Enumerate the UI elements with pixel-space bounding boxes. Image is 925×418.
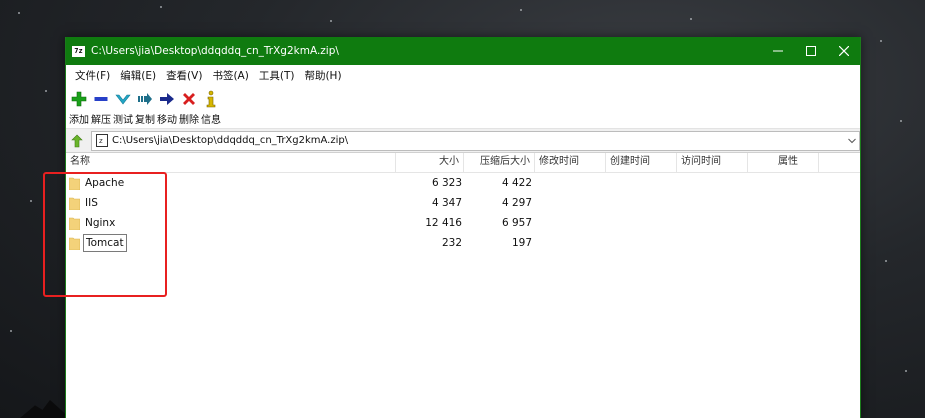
up-folder-button[interactable] (69, 133, 85, 149)
menu-edit[interactable]: 编辑(E) (115, 68, 161, 83)
file-name: Nginx (85, 217, 116, 229)
column-modified[interactable]: 修改时间 (535, 153, 606, 173)
file-name: Apache (85, 177, 125, 189)
file-list: 名称 大小 压缩后大小 修改时间 创建时间 访问时间 属性 Apache 6 3… (66, 153, 860, 397)
7zip-app-icon: 7z (72, 45, 85, 57)
test-button[interactable]: 测试 (112, 89, 134, 126)
file-size: 4 347 (431, 197, 462, 209)
close-icon (838, 46, 849, 56)
move-label: 移动 (157, 115, 177, 126)
desktop-silhouette (20, 400, 70, 418)
menu-tools[interactable]: 工具(T) (254, 68, 300, 83)
address-path: C:\Users\jia\Desktop\ddqddq_cn_TrXg2kmA.… (112, 135, 349, 146)
copy-icon (135, 89, 155, 109)
add-label: 添加 (69, 115, 89, 126)
up-arrow-icon (71, 134, 83, 147)
file-row[interactable]: IIS 4 347 4 297 (66, 193, 860, 213)
menu-bookmarks[interactable]: 书签(A) (207, 68, 253, 83)
file-name: Tomcat (83, 234, 127, 252)
file-row[interactable]: Tomcat 232 197 (66, 233, 860, 253)
7zip-window: 7z C:\Users\jia\Desktop\ddqddq_cn_TrXg2k… (65, 37, 861, 418)
menu-help[interactable]: 帮助(H) (299, 68, 346, 83)
folder-icon (69, 197, 80, 210)
column-size[interactable]: 大小 (396, 153, 464, 173)
column-created[interactable]: 创建时间 (606, 153, 677, 173)
column-packed-size[interactable]: 压缩后大小 (464, 153, 535, 173)
address-dropdown-button[interactable] (845, 132, 859, 150)
file-row[interactable]: Nginx 12 416 6 957 (66, 213, 860, 233)
file-size: 12 416 (425, 217, 462, 229)
svg-text:z: z (99, 137, 103, 145)
test-label: 测试 (113, 115, 133, 126)
file-row[interactable]: Apache 6 323 4 422 (66, 173, 860, 193)
folder-icon (69, 177, 80, 190)
menu-view[interactable]: 查看(V) (161, 68, 207, 83)
address-bar: z C:\Users\jia\Desktop\ddqddq_cn_TrXg2km… (66, 129, 860, 153)
move-button[interactable]: 移动 (156, 89, 178, 126)
info-label: 信息 (201, 115, 221, 126)
copy-button[interactable]: 复制 (134, 89, 156, 126)
minimize-button[interactable] (761, 37, 794, 65)
archive-path-icon: z (96, 134, 108, 147)
toolbar: 添加 解压 测试 复制 移动 删除 信息 (66, 85, 860, 129)
copy-label: 复制 (135, 115, 155, 126)
file-size: 232 (441, 237, 462, 249)
chevron-down-icon (848, 138, 856, 143)
window-title: C:\Users\jia\Desktop\ddqddq_cn_TrXg2kmA.… (91, 45, 339, 57)
file-packed-size: 4 422 (501, 177, 532, 189)
folder-icon (69, 217, 80, 230)
file-packed-size: 6 957 (501, 217, 532, 229)
menu-file[interactable]: 文件(F) (70, 68, 115, 83)
extract-label: 解压 (91, 115, 111, 126)
move-icon (157, 89, 177, 109)
folder-icon (69, 237, 80, 250)
file-packed-size: 197 (511, 237, 532, 249)
file-packed-size: 4 297 (501, 197, 532, 209)
delete-icon (179, 89, 199, 109)
test-icon (113, 89, 133, 109)
add-button[interactable]: 添加 (68, 89, 90, 126)
address-input[interactable]: z C:\Users\jia\Desktop\ddqddq_cn_TrXg2km… (91, 130, 860, 151)
info-icon (201, 89, 221, 109)
maximize-button[interactable] (794, 37, 827, 65)
add-icon (69, 89, 89, 109)
file-name: IIS (85, 197, 98, 209)
column-attributes[interactable]: 属性 (748, 153, 819, 173)
maximize-icon (805, 46, 816, 56)
close-button[interactable] (827, 37, 860, 65)
menubar: 文件(F) 编辑(E) 查看(V) 书签(A) 工具(T) 帮助(H) (66, 65, 860, 85)
extract-button[interactable]: 解压 (90, 89, 112, 126)
delete-label: 删除 (179, 115, 199, 126)
delete-button[interactable]: 删除 (178, 89, 200, 126)
extract-icon (91, 89, 111, 109)
column-name[interactable]: 名称 (66, 153, 396, 173)
column-header: 名称 大小 压缩后大小 修改时间 创建时间 访问时间 属性 (66, 153, 860, 173)
column-accessed[interactable]: 访问时间 (677, 153, 748, 173)
info-button[interactable]: 信息 (200, 89, 222, 126)
titlebar: 7z C:\Users\jia\Desktop\ddqddq_cn_TrXg2k… (66, 37, 860, 65)
file-size: 6 323 (431, 177, 462, 189)
minimize-icon (772, 50, 783, 52)
